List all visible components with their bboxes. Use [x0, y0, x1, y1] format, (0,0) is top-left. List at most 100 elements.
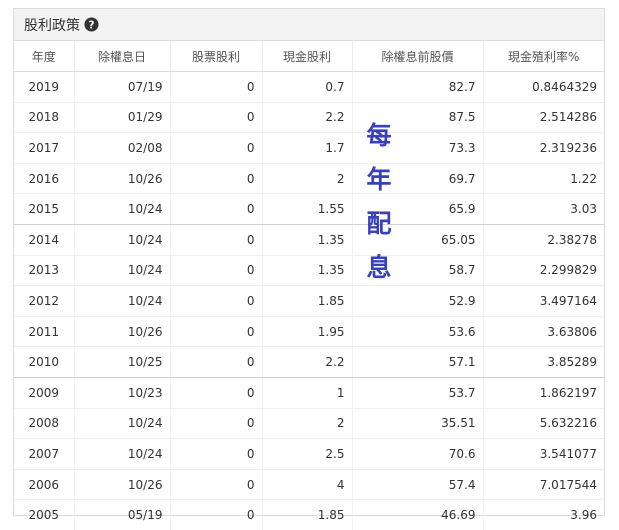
cell-cash-yield: 2.299829 — [483, 255, 604, 287]
cell-stock-dividend: 0 — [170, 285, 263, 317]
cell-pre-ex-price: 69.7 — [352, 163, 484, 195]
cell-ex-date: 10/24 — [74, 408, 171, 440]
cell-year: 2008 — [14, 408, 75, 440]
cell-ex-date: 05/19 — [74, 499, 171, 530]
cell-cash-dividend: 1.35 — [262, 255, 353, 287]
table-row: 2005 05/19 0 1.85 46.69 3.96 — [14, 499, 604, 530]
cell-ex-date: 01/29 — [74, 102, 171, 134]
table-row: 2017 02/08 0 1.7 73.3 2.319236 — [14, 132, 604, 164]
cell-year: 2005 — [14, 499, 75, 530]
cell-cash-yield: 1.22 — [483, 163, 604, 195]
cell-ex-date: 10/24 — [74, 255, 171, 287]
cell-ex-date: 10/26 — [74, 163, 171, 195]
cell-stock-dividend: 0 — [170, 346, 263, 378]
cell-stock-dividend: 0 — [170, 71, 263, 103]
dividend-table: 年度 除權息日 股票股利 現金股利 除權息前股價 現金殖利率% 2019 07/1… — [14, 41, 604, 530]
cell-stock-dividend: 0 — [170, 102, 263, 134]
cell-pre-ex-price: 65.9 — [352, 193, 484, 225]
table-row: 2014 10/24 0 1.35 65.05 2.38278 — [14, 224, 604, 256]
panel-header: 股利政策 ? — [14, 9, 604, 41]
cell-cash-dividend: 1 — [262, 377, 353, 409]
cell-stock-dividend: 0 — [170, 316, 263, 348]
cell-year: 2009 — [14, 377, 75, 409]
cell-stock-dividend: 0 — [170, 132, 263, 164]
cell-pre-ex-price: 53.6 — [352, 316, 484, 348]
cell-stock-dividend: 0 — [170, 224, 263, 256]
cell-cash-yield: 3.497164 — [483, 285, 604, 317]
table-row: 2015 10/24 0 1.55 65.9 3.03 — [14, 193, 604, 225]
question-circle-icon[interactable]: ? — [84, 17, 99, 32]
col-header-cash-yield: 現金殖利率% — [483, 41, 604, 72]
cell-pre-ex-price: 58.7 — [352, 255, 484, 287]
cell-ex-date: 10/24 — [74, 224, 171, 256]
col-header-stock-dividend: 股票股利 — [170, 41, 263, 72]
cell-year: 2007 — [14, 438, 75, 470]
cell-ex-date: 10/24 — [74, 193, 171, 225]
table-row: 2011 10/26 0 1.95 53.6 3.63806 — [14, 316, 604, 348]
cell-cash-dividend: 2.5 — [262, 438, 353, 470]
cell-ex-date: 07/19 — [74, 71, 171, 103]
cell-cash-yield: 3.541077 — [483, 438, 604, 470]
cell-cash-dividend: 1.85 — [262, 499, 353, 530]
table-row: 2007 10/24 0 2.5 70.6 3.541077 — [14, 438, 604, 470]
cell-cash-dividend: 2.2 — [262, 346, 353, 378]
table-row: 2016 10/26 0 2 69.7 1.22 — [14, 163, 604, 195]
cell-stock-dividend: 0 — [170, 499, 263, 530]
cell-pre-ex-price: 82.7 — [352, 71, 484, 103]
cell-cash-yield: 3.03 — [483, 193, 604, 225]
cell-year: 2012 — [14, 285, 75, 317]
table-row: 2018 01/29 0 2.2 87.5 2.514286 — [14, 102, 604, 134]
table-row: 2006 10/26 0 4 57.4 7.017544 — [14, 469, 604, 501]
cell-ex-date: 10/26 — [74, 316, 171, 348]
cell-cash-yield: 3.96 — [570, 508, 597, 523]
cell-stock-dividend: 0 — [170, 469, 263, 501]
cell-pre-ex-price: 53.7 — [352, 377, 484, 409]
cell-ex-date: 10/23 — [74, 377, 171, 409]
cell-year: 2013 — [14, 255, 75, 287]
cell-cash-dividend: 2 — [262, 163, 353, 195]
cell-pre-ex-price: 46.69 — [352, 499, 484, 530]
cell-cash-dividend: 0.7 — [262, 71, 353, 103]
col-header-cash-dividend: 現金股利 — [262, 41, 353, 72]
cell-pre-ex-price: 52.9 — [352, 285, 484, 317]
cell-cash-yield: 2.319236 — [483, 132, 604, 164]
dividend-policy-panel: 股利政策 ? 年度 除權息日 股票股利 現金股利 除權息前股價 現金殖利率% 2… — [13, 8, 605, 530]
table-row: 2013 10/24 0 1.35 58.7 2.299829 — [14, 255, 604, 287]
cell-cash-yield: 2.514286 — [483, 102, 604, 134]
svg-text:?: ? — [89, 19, 95, 31]
cell-year: 2017 — [14, 132, 75, 164]
cell-ex-date: 02/08 — [74, 132, 171, 164]
cell-year: 2018 — [14, 102, 75, 134]
table-row: 2008 10/24 0 2 35.51 5.632216 — [14, 408, 604, 440]
cell-cash-dividend: 1.35 — [262, 224, 353, 256]
cell-stock-dividend: 0 — [170, 438, 263, 470]
table-row: 2019 07/19 0 0.7 82.7 0.8464329 — [14, 71, 604, 103]
cell-cash-yield: 2.38278 — [483, 224, 604, 256]
cell-cash-dividend: 1.85 — [262, 285, 353, 317]
cell-cash-dividend: 1.7 — [262, 132, 353, 164]
cell-cash-dividend: 4 — [262, 469, 353, 501]
cell-cash-dividend: 2 — [262, 408, 353, 440]
cell-pre-ex-price: 65.05 — [352, 224, 484, 256]
cell-ex-date: 10/25 — [74, 346, 171, 378]
cell-year: 2010 — [14, 346, 75, 378]
col-header-year: 年度 — [14, 41, 75, 72]
cell-pre-ex-price: 57.4 — [352, 469, 484, 501]
cell-cash-dividend: 2.2 — [262, 102, 353, 134]
cell-year: 2006 — [14, 469, 75, 501]
table-row: 2012 10/24 0 1.85 52.9 3.497164 — [14, 285, 604, 317]
cell-cash-yield: 1.862197 — [483, 377, 604, 409]
cell-pre-ex-price: 57.1 — [352, 346, 484, 378]
cell-year: 2014 — [14, 224, 75, 256]
cell-cash-yield: 3.85289 — [483, 346, 604, 378]
table-row: 2010 10/25 0 2.2 57.1 3.85289 — [14, 346, 604, 378]
col-header-ex-date: 除權息日 — [74, 41, 171, 72]
col-header-pre-ex-price: 除權息前股價 — [352, 41, 484, 72]
cell-cash-dividend: 1.95 — [262, 316, 353, 348]
panel-title: 股利政策 — [24, 17, 80, 34]
cell-pre-ex-price: 87.5 — [352, 102, 484, 134]
cell-stock-dividend: 0 — [170, 163, 263, 195]
cell-stock-dividend: 0 — [170, 193, 263, 225]
cell-cash-yield: 7.017544 — [483, 469, 604, 501]
cell-pre-ex-price: 35.51 — [352, 408, 484, 440]
